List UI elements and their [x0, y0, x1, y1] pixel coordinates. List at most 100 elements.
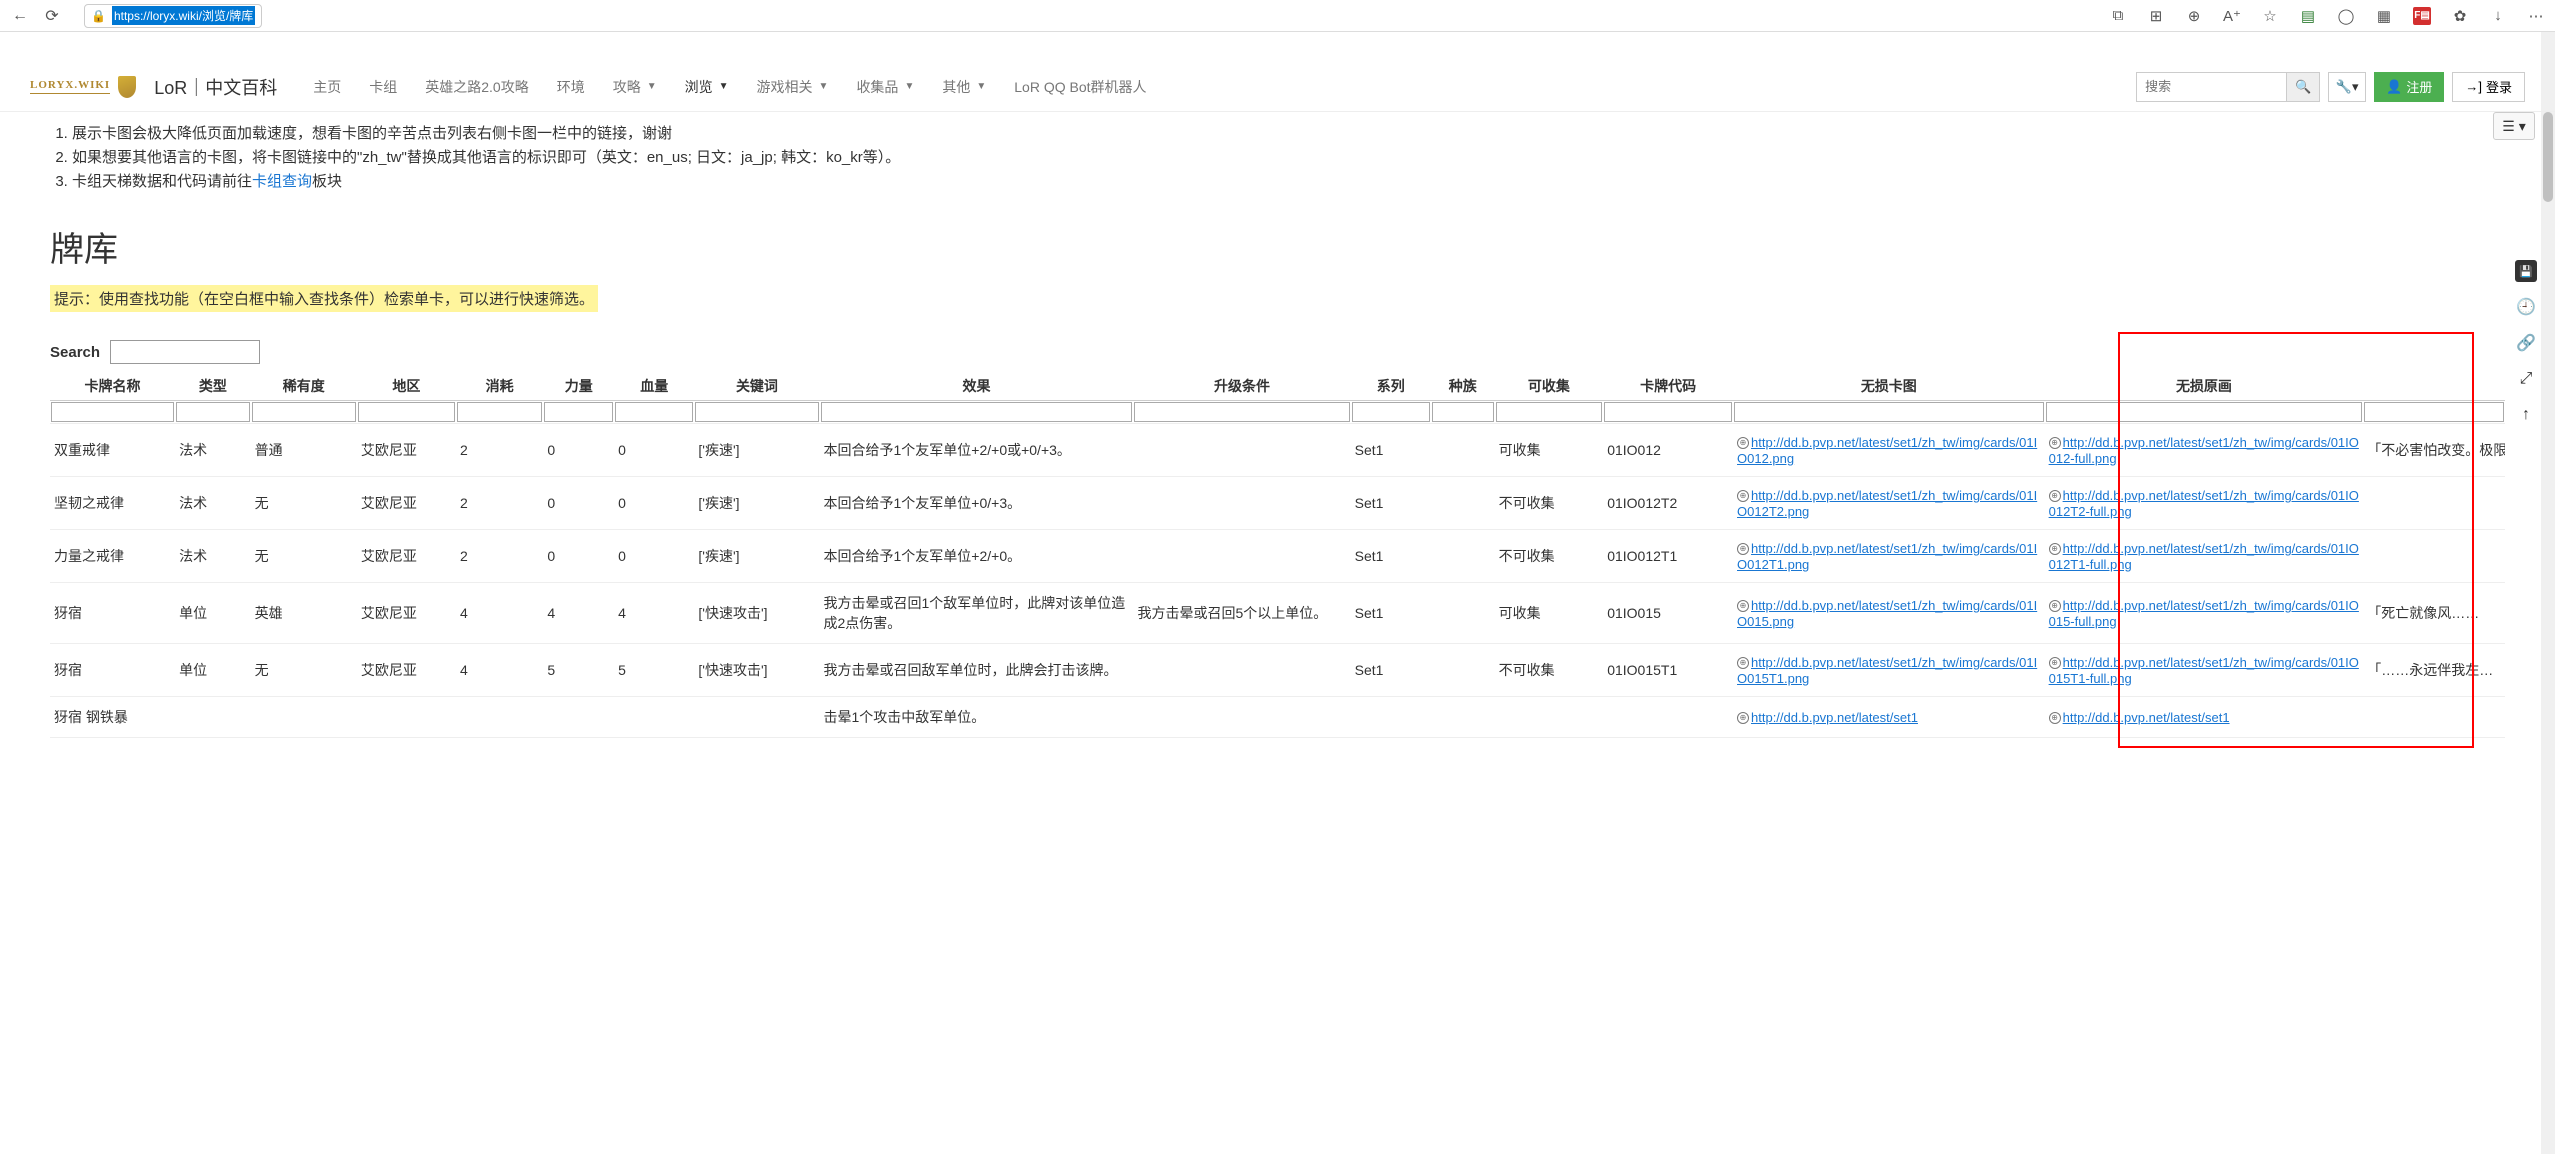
- column-header[interactable]: 稀有度: [251, 372, 357, 401]
- table-cell: 「不必害怕改变。极限，是我们最…: [2363, 424, 2505, 477]
- nav-item[interactable]: 攻略▼: [599, 77, 671, 97]
- card-image-link[interactable]: http://dd.b.pvp.net/latest/set1/zh_tw/im…: [1737, 598, 2037, 629]
- save-icon[interactable]: 💾: [2515, 260, 2537, 282]
- column-header[interactable]: 卡牌名称: [50, 372, 175, 401]
- grid-icon[interactable]: ⊞: [2147, 7, 2165, 25]
- ext-qr-icon[interactable]: ▦: [2375, 7, 2393, 25]
- column-header[interactable]: 消耗: [456, 372, 543, 401]
- column-filter-input[interactable]: [695, 402, 818, 422]
- expand-icon[interactable]: ⤢: [2515, 368, 2537, 390]
- chevron-down-icon: ▼: [904, 81, 914, 92]
- column-header[interactable]: 系列: [1351, 372, 1431, 401]
- device-icon[interactable]: ⧉: [2109, 7, 2127, 25]
- ext-circle-icon[interactable]: ◯: [2337, 7, 2355, 25]
- card-image-link[interactable]: http://dd.b.pvp.net/latest/set1/zh_tw/im…: [1737, 655, 2037, 686]
- card-image-link[interactable]: http://dd.b.pvp.net/latest/set1/zh_tw/im…: [2049, 541, 2359, 572]
- register-button[interactable]: 👤 注册: [2374, 72, 2444, 102]
- column-filter-input[interactable]: [457, 402, 542, 422]
- nav-item[interactable]: 英雄之路2.0攻略: [411, 77, 542, 97]
- link-icon[interactable]: 🔗: [2515, 332, 2537, 354]
- column-header[interactable]: 可收集: [1495, 372, 1604, 401]
- table-cell: 法术: [175, 477, 251, 530]
- column-filter-input[interactable]: [1496, 402, 1603, 422]
- history-icon[interactable]: 🕘: [2515, 296, 2537, 318]
- card-image-link[interactable]: http://dd.b.pvp.net/latest/set1: [1751, 710, 1918, 725]
- column-filter-input[interactable]: [1432, 402, 1494, 422]
- nav-item[interactable]: 游戏相关▼: [743, 77, 843, 97]
- table-cell: [1431, 583, 1495, 644]
- table-cell: 犽宿: [50, 583, 175, 644]
- column-filter-input[interactable]: [2046, 402, 2363, 422]
- ext-red-icon[interactable]: F▤: [2413, 7, 2431, 25]
- nav-item[interactable]: 收集品▼: [842, 77, 928, 97]
- downloads-icon[interactable]: ↓: [2489, 7, 2507, 25]
- column-filter-input[interactable]: [252, 402, 356, 422]
- column-header[interactable]: 地区: [357, 372, 456, 401]
- nav-item[interactable]: 浏览▼: [671, 77, 743, 97]
- table-row: 犽宿单位英雄艾欧尼亚444['快速攻击']我方击晕或召回1个敌军单位时，此牌对该…: [50, 583, 2505, 644]
- column-filter-input[interactable]: [358, 402, 455, 422]
- nav-item[interactable]: 环境: [543, 77, 599, 97]
- card-image-link[interactable]: http://dd.b.pvp.net/latest/set1/zh_tw/im…: [1737, 435, 2037, 466]
- apps-icon[interactable]: ⊕: [2185, 7, 2203, 25]
- column-header[interactable]: 升级条件: [1133, 372, 1350, 401]
- url-bar[interactable]: 🔒 https://loryx.wiki/浏览/牌库: [84, 4, 262, 28]
- card-image-link[interactable]: http://dd.b.pvp.net/latest/set1/zh_tw/im…: [2049, 655, 2359, 686]
- view-toggle-button[interactable]: ☰ ▾: [2493, 112, 2535, 140]
- column-header[interactable]: 效果: [820, 372, 1134, 401]
- table-cell: 0: [543, 530, 614, 583]
- nav-item[interactable]: 卡组: [355, 77, 411, 97]
- deck-query-link[interactable]: 卡组查询: [252, 173, 312, 190]
- nav-item[interactable]: 其他▼: [928, 77, 1000, 97]
- column-filter-input[interactable]: [1604, 402, 1732, 422]
- site-title[interactable]: LoR｜中文百科: [154, 74, 277, 100]
- refresh-button[interactable]: ⟳: [42, 6, 62, 26]
- login-button[interactable]: →] 登录: [2452, 72, 2525, 102]
- card-image-link[interactable]: http://dd.b.pvp.net/latest/set1/zh_tw/im…: [2049, 488, 2359, 519]
- tools-button[interactable]: 🔧▾: [2328, 72, 2366, 102]
- table-search-input[interactable]: [110, 340, 260, 364]
- column-header[interactable]: 种族: [1431, 372, 1495, 401]
- site-logo[interactable]: LORYX.WIKI: [30, 76, 136, 98]
- card-image-link[interactable]: http://dd.b.pvp.net/latest/set1: [2063, 710, 2230, 725]
- table-cell: 0: [614, 424, 694, 477]
- nav-item[interactable]: 主页: [299, 77, 355, 97]
- column-filter-input[interactable]: [821, 402, 1133, 422]
- globe-icon: ⊕: [1737, 600, 1749, 612]
- column-header[interactable]: 卡牌代码: [1603, 372, 1733, 401]
- extensions-icon[interactable]: ✿: [2451, 7, 2469, 25]
- search-input[interactable]: [2136, 72, 2286, 102]
- table-row: 犽宿单位无艾欧尼亚455['快速攻击']我方击晕或召回敌军单位时，此牌会打击该牌…: [50, 644, 2505, 697]
- column-filter-input[interactable]: [1734, 402, 2044, 422]
- nav-item[interactable]: LoR QQ Bot群机器人: [1000, 77, 1160, 97]
- column-filter-input[interactable]: [176, 402, 250, 422]
- column-header[interactable]: 类型: [175, 372, 251, 401]
- column-header[interactable]: 无损原画: [2045, 372, 2364, 401]
- column-filter-input[interactable]: [544, 402, 613, 422]
- lock-icon: 🔒: [91, 9, 106, 23]
- column-filter-input[interactable]: [2364, 402, 2504, 422]
- column-header[interactable]: 关键词: [694, 372, 819, 401]
- more-icon[interactable]: ⋯: [2527, 7, 2545, 25]
- search-button[interactable]: 🔍: [2286, 72, 2320, 102]
- card-image-link[interactable]: http://dd.b.pvp.net/latest/set1/zh_tw/im…: [1737, 488, 2037, 519]
- column-header[interactable]: 无损卡图: [1733, 372, 2045, 401]
- read-aloud-icon[interactable]: A⁺: [2223, 7, 2241, 25]
- column-filter-input[interactable]: [615, 402, 693, 422]
- card-image-link[interactable]: http://dd.b.pvp.net/latest/set1/zh_tw/im…: [2049, 598, 2359, 629]
- top-icon[interactable]: ↑: [2515, 404, 2537, 426]
- favorite-icon[interactable]: ☆: [2261, 7, 2279, 25]
- table-cell: 犽宿: [50, 644, 175, 697]
- ext-green-icon[interactable]: ▤: [2299, 7, 2317, 25]
- table-cell: 本回合给予1个友军单位+2/+0或+0/+3。: [820, 424, 1134, 477]
- back-button[interactable]: ←: [10, 6, 30, 26]
- column-header[interactable]: [2363, 372, 2505, 401]
- column-filter-input[interactable]: [1352, 402, 1430, 422]
- column-filter-input[interactable]: [1134, 402, 1349, 422]
- table-cell: 法术: [175, 424, 251, 477]
- column-header[interactable]: 血量: [614, 372, 694, 401]
- column-filter-input[interactable]: [51, 402, 174, 422]
- card-image-link[interactable]: http://dd.b.pvp.net/latest/set1/zh_tw/im…: [2049, 435, 2359, 466]
- column-header[interactable]: 力量: [543, 372, 614, 401]
- card-image-link[interactable]: http://dd.b.pvp.net/latest/set1/zh_tw/im…: [1737, 541, 2037, 572]
